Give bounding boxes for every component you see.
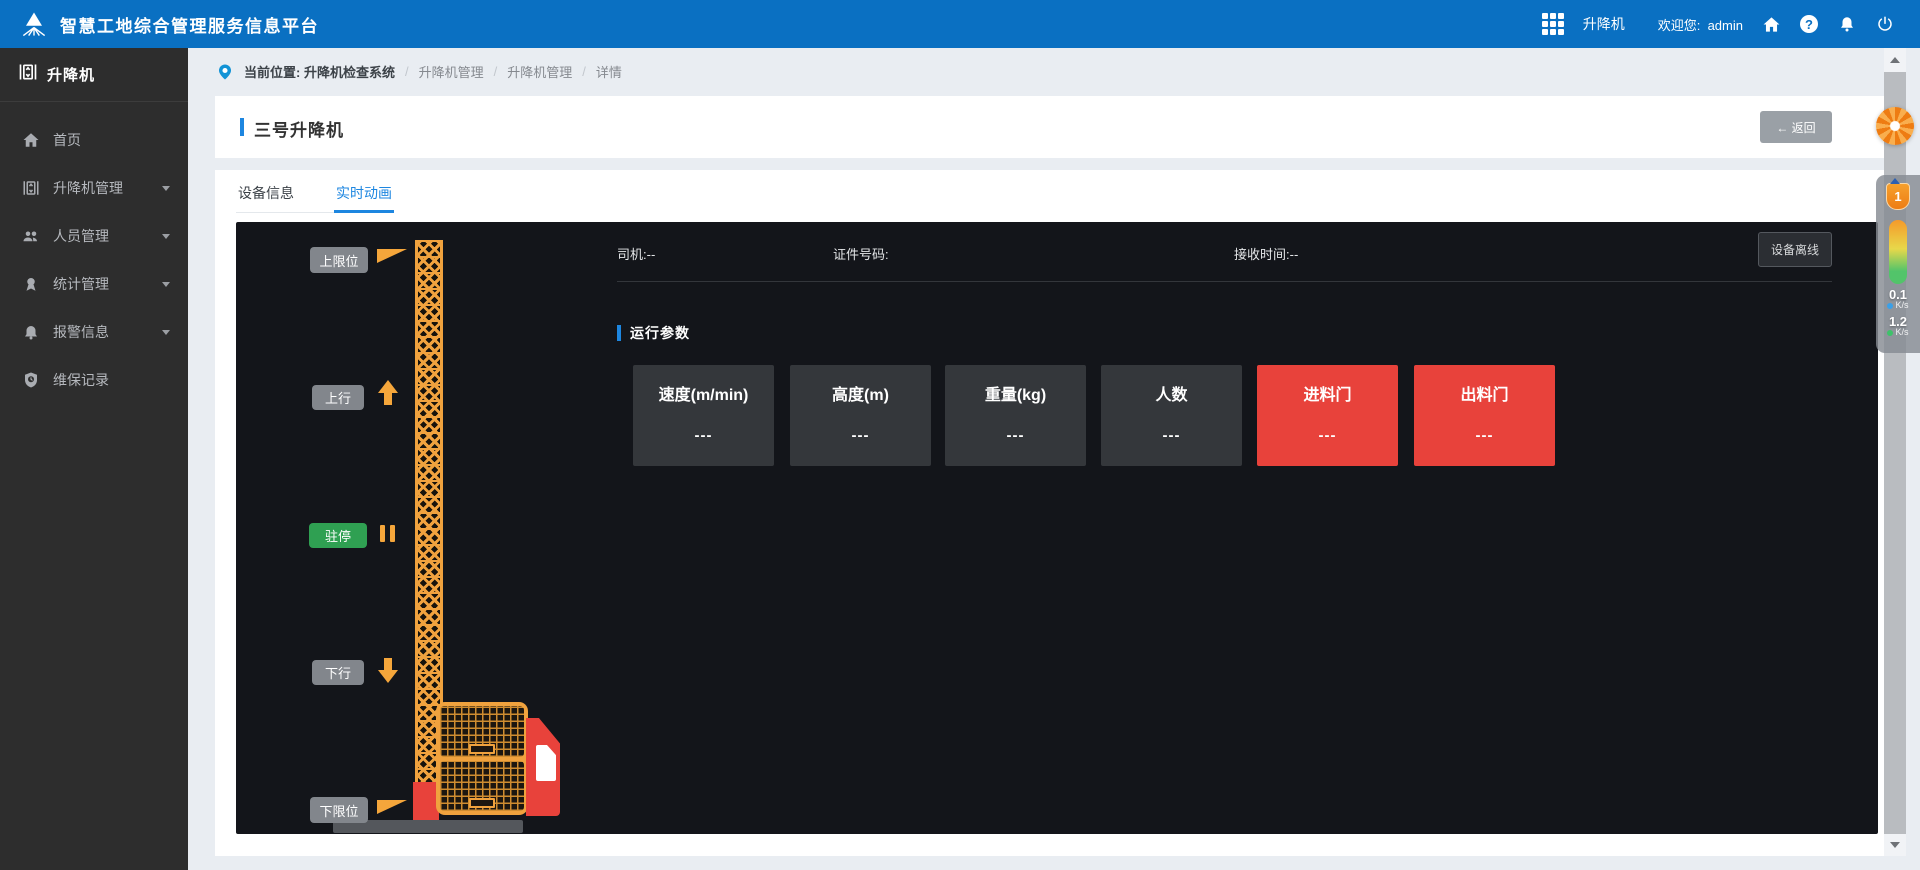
sidebar-item-personnel-management[interactable]: 人员管理 — [0, 212, 188, 260]
tab-realtime-animation[interactable]: 实时动画 — [334, 178, 394, 212]
up-label: 上行 — [312, 385, 364, 410]
breadcrumb-item[interactable]: 升降机管理 — [419, 62, 484, 81]
param-value: --- — [1257, 427, 1398, 444]
param-card-height: 高度(m) --- — [790, 365, 931, 466]
lower-limit-label: 下限位 — [310, 797, 368, 823]
sidebar-item-maintenance-records[interactable]: 维保记录 — [0, 356, 188, 404]
down-arrow-icon — [377, 655, 399, 683]
lift-cage-graphic — [436, 702, 528, 815]
browser-extension-pinwheel-icon[interactable] — [1876, 107, 1914, 145]
upper-limit-flag-icon — [377, 249, 407, 263]
breadcrumb-root[interactable]: 升降机检查系统 — [304, 65, 395, 80]
platform-logo-icon — [18, 9, 50, 39]
pause-icon — [380, 525, 395, 542]
param-value: --- — [1414, 427, 1555, 444]
home-icon[interactable] — [1762, 15, 1781, 34]
username: admin — [1708, 18, 1743, 33]
lower-limit-flag-icon — [377, 800, 407, 814]
scroll-down-arrow-icon[interactable] — [1890, 842, 1900, 848]
tab-bar: 设备信息 实时动画 — [236, 178, 394, 213]
stop-label: 驻停 — [309, 523, 367, 548]
sidebar-item-lift-management[interactable]: 升降机管理 — [0, 164, 188, 212]
param-value: --- — [790, 427, 931, 444]
divider — [617, 281, 1832, 282]
security-shield-badge[interactable]: 1 — [1886, 183, 1910, 210]
scroll-up-arrow-icon[interactable] — [1890, 57, 1900, 63]
topbar: 智慧工地综合管理服务信息平台 升降机 欢迎您: admin ? — [0, 0, 1920, 48]
sidebar-header: 升降机 — [0, 48, 188, 102]
down-label: 下行 — [312, 660, 364, 685]
page-title: 三号升降机 — [254, 116, 344, 141]
param-card-inlet-door: 进料门 --- — [1257, 365, 1398, 466]
section-accent-bar — [617, 325, 621, 341]
people-icon — [22, 227, 40, 245]
location-pin-icon — [216, 63, 234, 81]
param-value: --- — [945, 427, 1086, 444]
download-dot-icon — [1887, 303, 1893, 309]
notifications-bell-icon[interactable] — [1837, 15, 1856, 34]
maintenance-icon — [22, 371, 40, 389]
app-switcher-icon[interactable] — [1542, 13, 1564, 35]
chevron-down-icon — [162, 234, 170, 239]
lift-icon — [18, 62, 38, 87]
network-speed-overlay[interactable]: 1 0.1 K/s 1.2 K/s — [1876, 175, 1920, 353]
back-button[interactable]: ← 返回 — [1760, 111, 1832, 143]
upload-speed: 1.2 K/s — [1887, 316, 1908, 338]
sidebar-item-home[interactable]: 首页 — [0, 116, 188, 164]
param-card-outlet-door: 出料门 --- — [1414, 365, 1555, 466]
breadcrumb-item[interactable]: 升降机管理 — [507, 62, 572, 81]
sidebar-item-statistics-management[interactable]: 统计管理 — [0, 260, 188, 308]
download-speed: 0.1 K/s — [1887, 289, 1908, 311]
section-running-params: 运行参数 — [617, 323, 690, 343]
param-value: --- — [1101, 427, 1242, 444]
receive-time-field: 接收时间:-- — [1234, 244, 1298, 263]
sidebar-menu: 首页 升降机管理 人员管理 统计管理 报警信息 维保记录 — [0, 102, 188, 404]
cage-upper-door — [440, 706, 524, 757]
chevron-down-icon — [162, 330, 170, 335]
driver-cab-graphic — [526, 718, 560, 816]
realtime-monitor-panel: 上限位 上行 驻停 下行 下限位 司机:-- 证件号码: 接收时间:-- 设备离… — [236, 222, 1878, 834]
sidebar-header-label: 升降机 — [47, 64, 95, 85]
home-icon — [22, 131, 40, 149]
breadcrumb-prefix: 当前位置: 升降机检查系统 — [244, 62, 395, 81]
param-card-speed: 速度(m/min) --- — [633, 365, 774, 466]
tab-device-info[interactable]: 设备信息 — [236, 178, 296, 212]
device-offline-button[interactable]: 设备离线 — [1758, 232, 1832, 267]
lift-icon — [22, 179, 40, 197]
upload-dot-icon — [1887, 330, 1893, 336]
stats-icon — [22, 275, 40, 293]
chevron-down-icon — [162, 282, 170, 287]
param-card-weight: 重量(kg) --- — [945, 365, 1086, 466]
cage-lower-door — [440, 761, 524, 812]
param-card-people-count: 人数 --- — [1101, 365, 1242, 466]
breadcrumb: 当前位置: 升降机检查系统 / 升降机管理 / 升降机管理 / 详情 — [188, 48, 1884, 95]
upper-limit-label: 上限位 — [310, 247, 368, 273]
chevron-down-icon — [162, 186, 170, 191]
param-value: --- — [633, 427, 774, 444]
title-accent-bar — [240, 118, 244, 136]
up-arrow-icon — [377, 380, 399, 408]
breadcrumb-current: 详情 — [596, 62, 622, 81]
welcome-text: 欢迎您: admin — [1658, 15, 1743, 34]
alarm-icon — [22, 323, 40, 341]
content-card: 设备信息 实时动画 上限位 上行 驻停 下行 下限位 司机:-- 证件号码: 接… — [215, 170, 1884, 856]
driver-field: 司机:-- — [617, 244, 655, 263]
app-switcher-label[interactable]: 升降机 — [1583, 14, 1625, 34]
power-icon[interactable] — [1875, 15, 1894, 34]
vertical-scrollbar[interactable] — [1884, 48, 1906, 856]
cert-number-field: 证件号码: — [833, 244, 889, 263]
cab-window — [536, 745, 556, 781]
sidebar: 升降机 首页 升降机管理 人员管理 统计管理 报警信息 维保记录 — [0, 48, 188, 870]
page-header: 三号升降机 ← 返回 — [215, 96, 1884, 158]
help-icon[interactable]: ? — [1800, 15, 1818, 33]
platform-title: 智慧工地综合管理服务信息平台 — [60, 12, 319, 37]
sidebar-item-alarm-info[interactable]: 报警信息 — [0, 308, 188, 356]
speed-gradient-bar — [1889, 220, 1907, 284]
